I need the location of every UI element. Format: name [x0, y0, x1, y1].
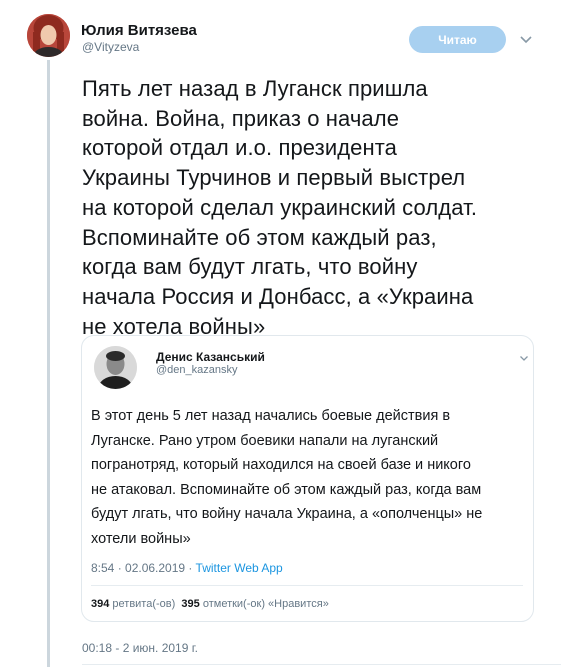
quoted-line: В этот день 5 лет назад начались боевые …	[91, 408, 451, 424]
tweet-line: Пять лет назад в Луганск пришла	[82, 76, 428, 101]
quoted-tweet[interactable]: Денис Казанський @den_kazansky В этот де…	[81, 335, 534, 622]
tweet-text: Пять лет назад в Луганск пришла война. В…	[82, 74, 542, 341]
quoted-line: погранотряд, который находился на своей …	[91, 457, 471, 474]
chevron-down-icon[interactable]	[519, 353, 529, 363]
avatar[interactable]	[27, 14, 70, 57]
quoted-line: не атаковал. Вспоминайте об этом каждый …	[91, 481, 482, 498]
retweet-count[interactable]: 394	[91, 598, 109, 610]
retweet-label[interactable]: ретвита(-ов)	[109, 598, 175, 610]
tweet-line: Вспоминайте об этом каждый раз,	[82, 224, 437, 250]
like-label[interactable]: отметки(-ок) «Нравится»	[200, 598, 329, 610]
tweet-line: на которой сделал украинский солдат.	[82, 194, 478, 220]
author-name[interactable]: Юлия Витязева	[81, 22, 197, 39]
quoted-line: будут лгать, что войну начала Украина, а…	[91, 506, 483, 523]
quoted-text: В этот день 5 лет назад начались боевые …	[91, 404, 521, 552]
tweet-line: когда вам будут лгать, что войну	[82, 254, 418, 280]
source-app-link[interactable]: Twitter Web App	[196, 561, 283, 575]
quoted-time[interactable]: 8:54 · 02.06.2019 ·	[91, 561, 196, 575]
thread-line	[47, 60, 50, 667]
chevron-down-icon[interactable]	[519, 32, 533, 46]
quoted-stats: 394 ретвита(-ов) 395 отметки(-ок) «Нрави…	[91, 598, 329, 610]
tweet-line: начала Россия и Донбасс, а «Украина	[82, 283, 474, 309]
tweet-line: Украины Турчинов и первый выстрел	[82, 165, 466, 191]
divider	[82, 664, 561, 665]
like-count[interactable]: 395	[181, 598, 199, 610]
author-handle[interactable]: @Vityzeva	[82, 40, 139, 54]
tweet-line: которой отдал и.о. президента	[82, 135, 398, 161]
quoted-author-name[interactable]: Денис Казанський	[156, 350, 265, 364]
quoted-meta: 8:54 · 02.06.2019 · Twitter Web App	[91, 561, 283, 575]
divider	[91, 585, 523, 586]
quoted-avatar[interactable]	[94, 346, 137, 389]
quoted-author-handle[interactable]: @den_kazansky	[156, 364, 238, 376]
tweet-timestamp[interactable]: 00:18 - 2 июн. 2019 г.	[82, 641, 198, 655]
quoted-line: Луганске. Рано утром боевики напали на л…	[91, 432, 439, 449]
tweet-line: война. Война, приказ о начале	[82, 105, 400, 131]
follow-button[interactable]: Читаю	[409, 26, 506, 53]
quoted-line: хотели войны»	[91, 530, 191, 547]
